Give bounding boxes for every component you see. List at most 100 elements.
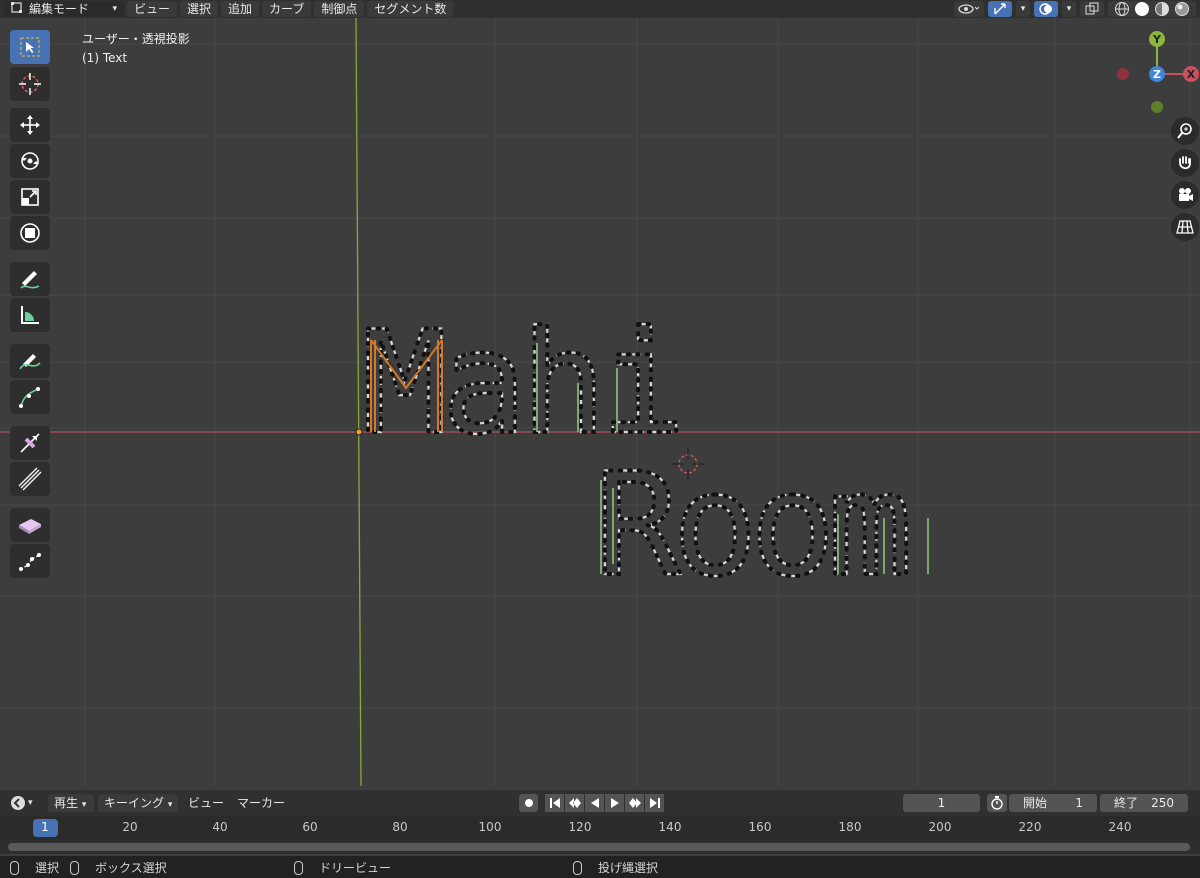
- gizmo-dropdown[interactable]: ▾: [1016, 1, 1030, 17]
- menu-add[interactable]: 追加: [221, 1, 260, 17]
- select-box-tool[interactable]: [10, 30, 50, 64]
- jump-end-button[interactable]: [645, 794, 664, 812]
- next-keyframe-icon: [628, 798, 641, 808]
- play-reverse-button[interactable]: [585, 794, 604, 812]
- y-neg-handle: [1151, 101, 1163, 113]
- end-label: 終了: [1114, 796, 1139, 810]
- editor-type-dropdown[interactable]: ▾: [10, 794, 42, 812]
- start-value: 1: [1075, 796, 1083, 810]
- mode-label: 編集モード: [29, 2, 90, 16]
- next-keyframe-button[interactable]: [625, 794, 644, 812]
- svg-text:X: X: [1187, 68, 1196, 81]
- playback-menu[interactable]: 再生 ▾: [48, 794, 94, 812]
- marker-menu[interactable]: マーカー: [237, 794, 285, 812]
- select-box-icon: [20, 37, 40, 57]
- playback-label: 再生: [54, 796, 79, 810]
- menu-segments[interactable]: セグメント数: [367, 1, 454, 17]
- shading-modes[interactable]: [1108, 1, 1196, 17]
- menu-curve[interactable]: カーブ: [262, 1, 312, 17]
- annotate-tool[interactable]: [10, 262, 50, 296]
- ruler-label: 40: [212, 820, 228, 834]
- move-tool[interactable]: [10, 108, 50, 142]
- start-frame-field[interactable]: 開始 1: [1009, 794, 1097, 812]
- zoom-button[interactable]: [1171, 117, 1199, 145]
- camera-icon: [1179, 188, 1193, 201]
- mouse-left-icon: [10, 860, 19, 875]
- status-lasso: 投げ縄選択: [598, 861, 659, 875]
- status-bar: 選択 ボックス選択 ドリービュー 投げ縄選択: [0, 856, 1200, 878]
- rotate-icon: [21, 152, 39, 170]
- randomize-tool[interactable]: [10, 508, 50, 542]
- cursor-tool[interactable]: [10, 67, 50, 101]
- wireframe-shading-icon[interactable]: [1114, 1, 1130, 17]
- ruler-label: 100: [478, 820, 502, 834]
- scrollbar-thumb[interactable]: [8, 843, 1190, 851]
- prev-keyframe-button[interactable]: [565, 794, 584, 812]
- ruler-label: 80: [392, 820, 408, 834]
- draw-curve-tool[interactable]: [10, 344, 50, 378]
- randomize-icon: [19, 519, 41, 534]
- measure-tool[interactable]: [10, 298, 50, 332]
- viewport-grid: Mahi Mahi Room Room: [0, 18, 1200, 786]
- navigation-gizmo[interactable]: Y X Z: [1110, 28, 1200, 118]
- frame-ruler[interactable]: 1 20 40 60 80 100 120 140 160 180 200 22…: [0, 816, 1200, 840]
- transform-tool[interactable]: [10, 216, 50, 250]
- keying-label: キーイング: [104, 796, 165, 810]
- mouse-middle-icon: [294, 860, 303, 875]
- tilt-tool[interactable]: [10, 426, 50, 460]
- view-menu[interactable]: ビュー: [188, 794, 224, 812]
- chevron-down-icon: ▾: [1020, 4, 1026, 14]
- material-shading-icon[interactable]: [1154, 1, 1170, 17]
- record-button[interactable]: [519, 794, 538, 812]
- 3d-viewport[interactable]: Mahi Mahi Room Room ユーザー・透視投影 (1) Text Y…: [0, 18, 1200, 786]
- overlay-dropdown[interactable]: ▾: [1062, 1, 1076, 17]
- prev-keyframe-icon: [568, 798, 581, 808]
- mode-dropdown[interactable]: 編集モード ▾: [4, 1, 124, 17]
- gizmo-toggle[interactable]: [988, 1, 1012, 17]
- keying-menu[interactable]: キーイング ▾: [98, 794, 178, 812]
- draw-curve-icon: [19, 354, 41, 370]
- visibility-toggle[interactable]: [954, 1, 984, 17]
- overlay-toggle[interactable]: [1034, 1, 1058, 17]
- jump-start-icon: [549, 798, 560, 808]
- ruler-label: 200: [928, 820, 952, 834]
- text-curve-room-points: Room: [595, 443, 906, 608]
- radius-tool[interactable]: [10, 462, 50, 496]
- scale-tool[interactable]: [10, 180, 50, 214]
- rendered-shading-icon[interactable]: [1174, 1, 1190, 17]
- radius-icon: [18, 467, 42, 491]
- chevron-down-icon: ▾: [1066, 4, 1072, 14]
- grid-perspective-icon: [1176, 220, 1194, 234]
- jump-end-icon: [649, 798, 660, 808]
- current-frame-field[interactable]: 1: [903, 794, 980, 812]
- svg-text:Y: Y: [1152, 33, 1162, 46]
- xray-icon: [1085, 2, 1099, 15]
- pan-button[interactable]: [1171, 149, 1199, 177]
- stopwatch-icon: [991, 796, 1003, 810]
- ruler-label: 140: [658, 820, 682, 834]
- jump-start-button[interactable]: [545, 794, 564, 812]
- ruler-label: 240: [1108, 820, 1132, 834]
- status-select: 選択: [35, 861, 60, 875]
- view-label: ユーザー・透視投影: [82, 32, 190, 46]
- solid-shading-icon[interactable]: [1134, 1, 1150, 17]
- playback-controls: [545, 794, 664, 812]
- end-frame-field[interactable]: 終了 250: [1100, 794, 1188, 812]
- edit-mode-icon: [11, 0, 25, 18]
- xray-toggle[interactable]: [1080, 1, 1104, 17]
- rotate-tool[interactable]: [10, 144, 50, 178]
- ortho-toggle-button[interactable]: [1171, 213, 1199, 241]
- play-button[interactable]: [605, 794, 624, 812]
- camera-view-button[interactable]: [1171, 181, 1199, 209]
- play-reverse-icon: [590, 798, 599, 808]
- play-icon: [610, 798, 619, 808]
- menu-view[interactable]: ビュー: [127, 1, 178, 17]
- timeline-scrollbar[interactable]: [0, 840, 1200, 854]
- menu-control-points[interactable]: 制御点: [314, 1, 365, 17]
- extrude-tool[interactable]: [10, 544, 50, 578]
- extrude-icon: [19, 553, 41, 571]
- menu-select[interactable]: 選択: [180, 1, 219, 17]
- preview-range-toggle[interactable]: [987, 794, 1007, 812]
- curve-pen-tool[interactable]: [10, 380, 50, 414]
- chevron-down-icon: ▾: [112, 4, 117, 14]
